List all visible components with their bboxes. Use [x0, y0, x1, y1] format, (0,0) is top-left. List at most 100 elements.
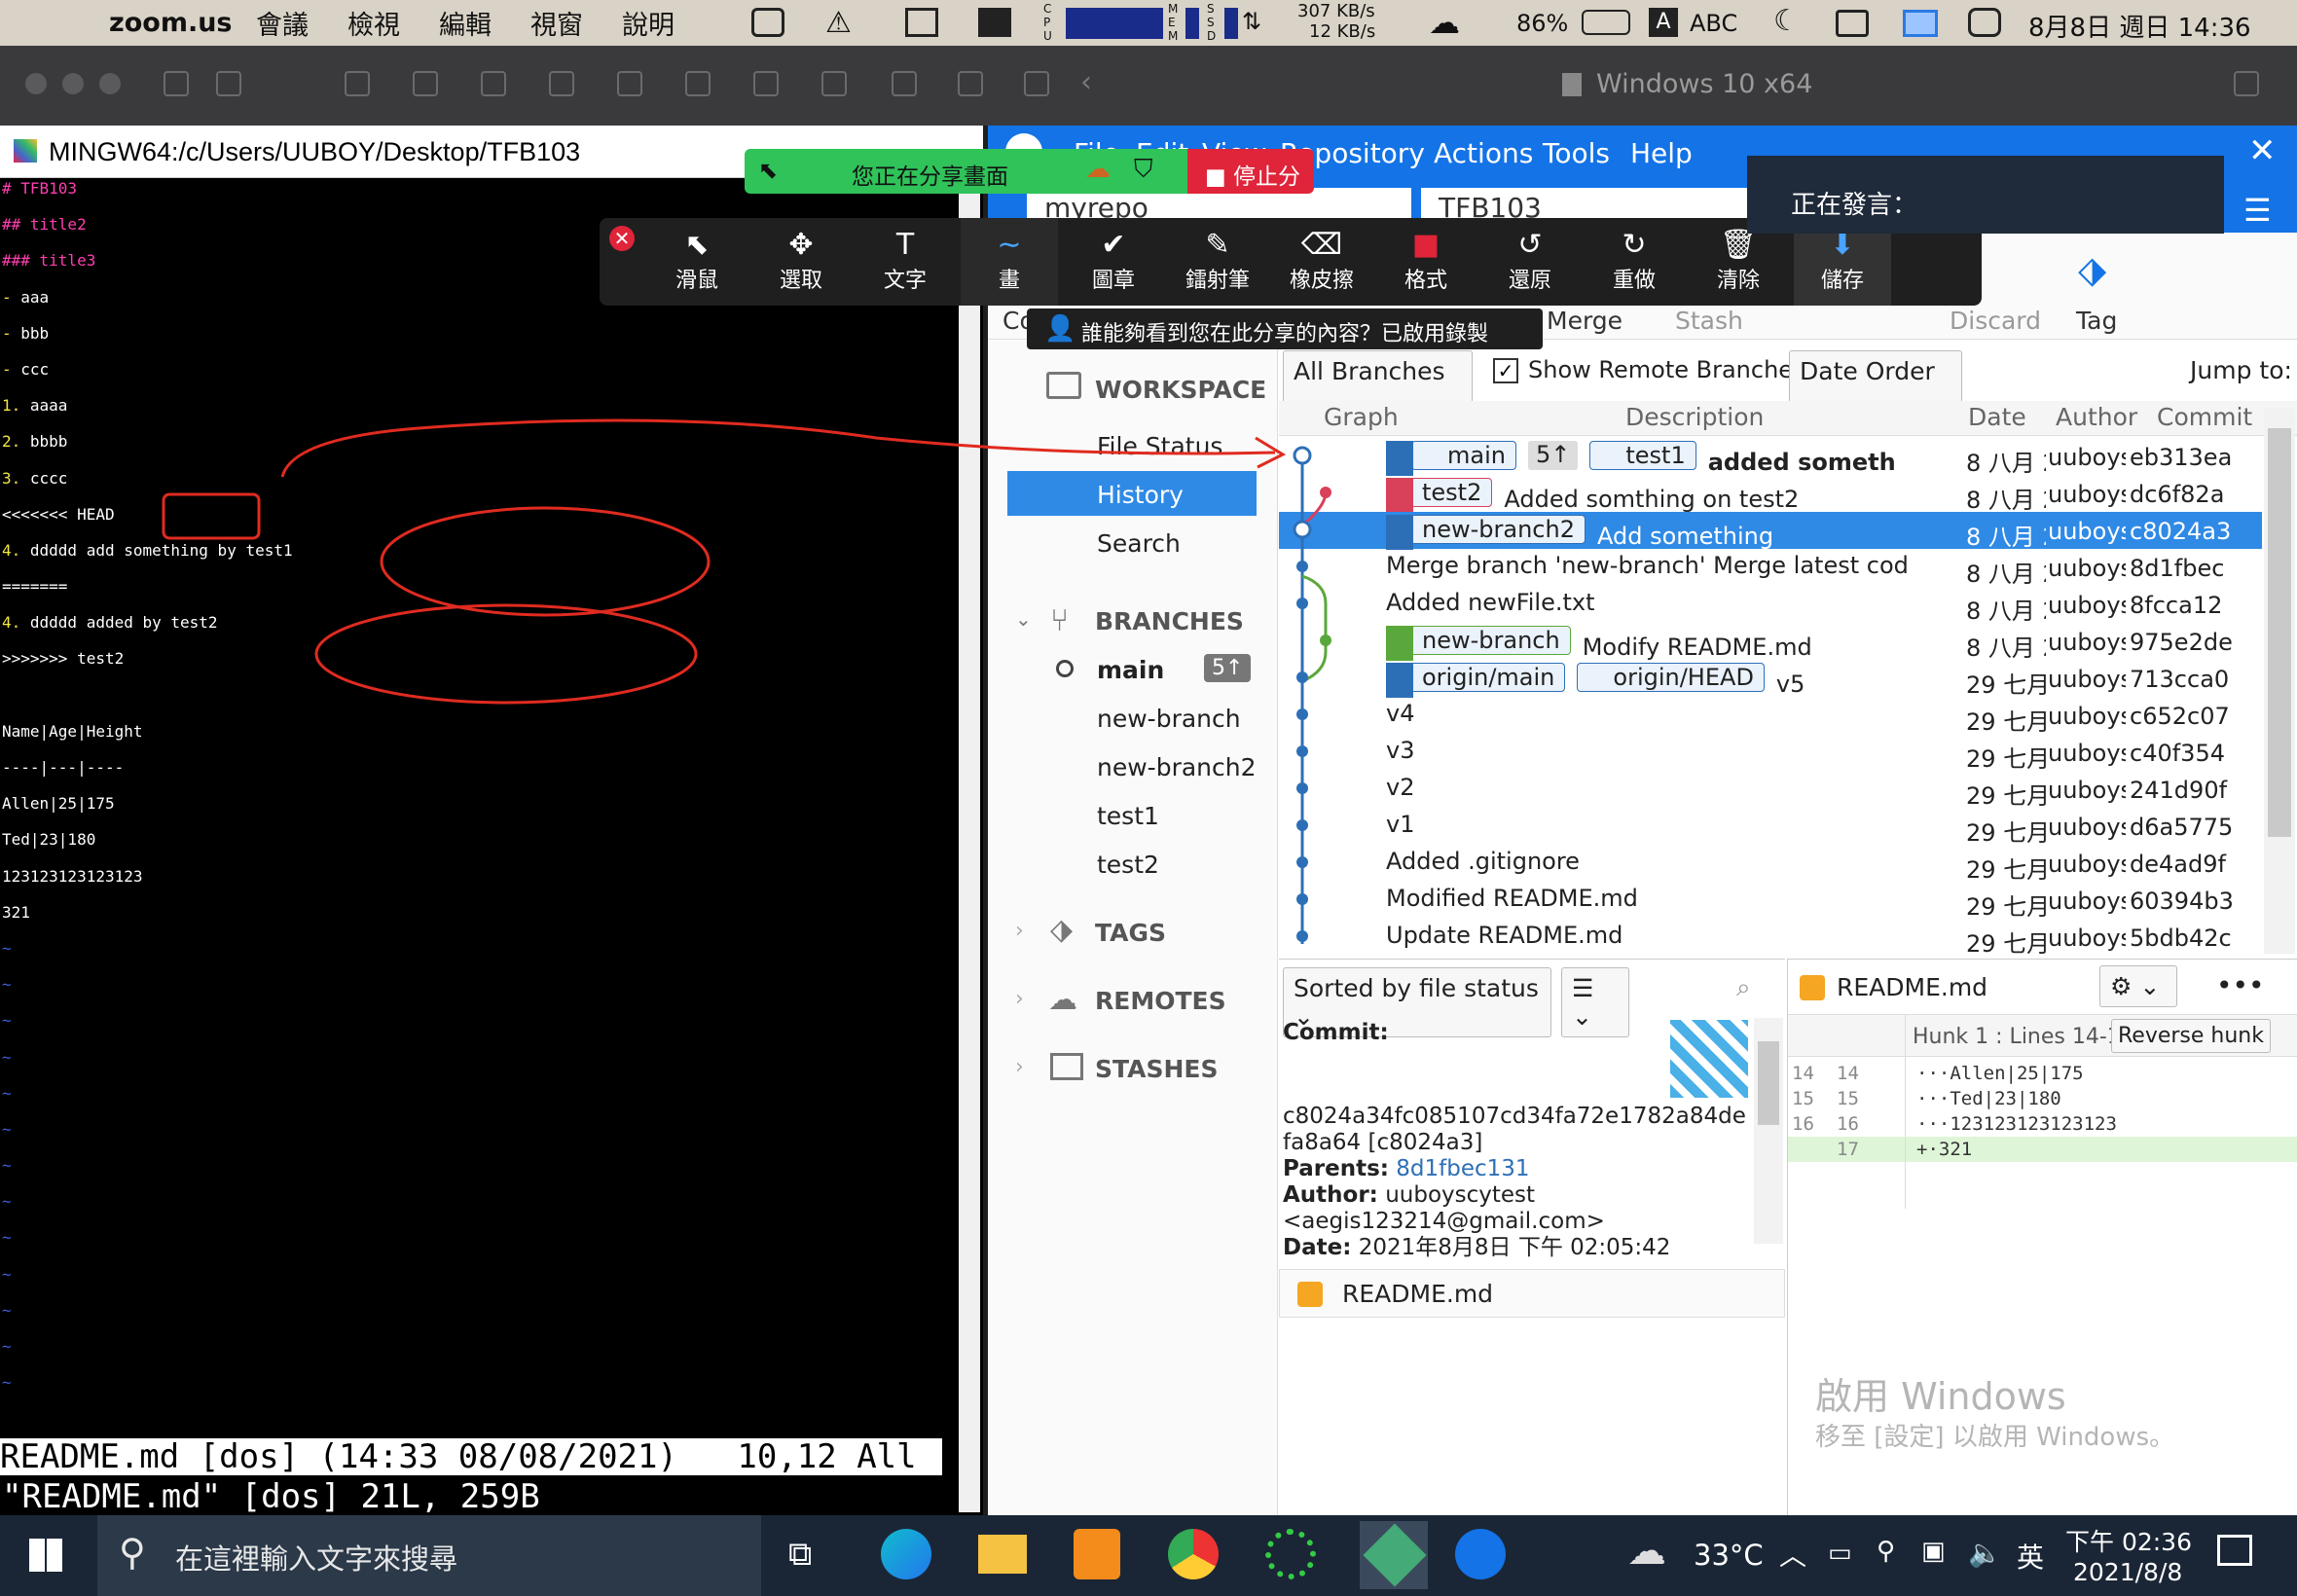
drive-icon[interactable] — [481, 71, 506, 96]
branch-label[interactable]: origin/HEAD — [1577, 663, 1765, 692]
terminal-content[interactable]: # TFB103 ## title2 ### title3- aaa - bbb - c… — [2, 179, 956, 1409]
windows-start-icon[interactable] — [29, 1539, 62, 1572]
commit-list-scrollbar[interactable] — [2264, 409, 2295, 954]
parents-link[interactable]: 8d1fbec131 — [1396, 1156, 1529, 1181]
scroll-thumb[interactable] — [1758, 1041, 1779, 1125]
view-mode-dropdown[interactable]: ☰ ⌄ — [1561, 967, 1629, 1037]
fullscreen-icon[interactable] — [2234, 71, 2259, 96]
taskbar-time[interactable]: 下午 02:36 — [2065, 1523, 2192, 1558]
sidebar-branch-new-branch[interactable]: new-branch — [1097, 705, 1241, 733]
minimize-dot[interactable] — [62, 73, 84, 94]
network-icon[interactable]: ⚲ — [1877, 1537, 1895, 1566]
branch-label[interactable]: new-branch2 — [1386, 515, 1586, 544]
clock[interactable]: 8月8日 週日 14:36 — [2028, 8, 2251, 44]
weather-temp[interactable]: 33°C — [1694, 1539, 1764, 1572]
eraser-tool[interactable]: ⌫ 橡皮擦 — [1273, 218, 1370, 306]
sourcetree-app-icon[interactable] — [1455, 1529, 1506, 1579]
window-icon[interactable] — [1836, 10, 1869, 37]
snapshot-icon[interactable] — [216, 71, 241, 96]
weather-icon[interactable]: ☁ — [1627, 1529, 1666, 1574]
chevron-right-icon[interactable]: › — [1015, 1055, 1024, 1079]
commit-row[interactable]: Added newFile.txt 8 八月 2uuboys8fcca12 — [1279, 586, 2262, 625]
zoom-status-icon[interactable] — [751, 8, 784, 37]
taskbar-date[interactable]: 2021/8/8 — [2073, 1558, 2182, 1586]
commit-row[interactable]: Update README.md 29 七月 uuboys 5bdb42c — [1279, 919, 2262, 958]
search-icon[interactable]: ⌕ — [1736, 973, 1751, 1003]
usb-icon[interactable] — [753, 71, 779, 96]
menu-window[interactable]: 視窗 — [530, 4, 583, 42]
tag-button[interactable]: Tag — [2076, 307, 2117, 335]
sidebar-branch-new-branch2[interactable]: new-branch2 — [1097, 753, 1257, 781]
input-a-icon[interactable]: A — [1649, 8, 1678, 37]
format-tool[interactable]: ■ 格式 — [1377, 218, 1475, 306]
draw-tool[interactable]: ∼ 畫 — [961, 218, 1058, 306]
branch-label[interactable]: test2 — [1386, 478, 1493, 507]
menu-actions[interactable]: Actions — [1434, 137, 1533, 169]
menu-help[interactable]: Help — [1630, 137, 1693, 169]
control-center-icon[interactable] — [1968, 8, 2001, 37]
input-source[interactable]: ABC — [1690, 10, 1737, 37]
sidebar-item-search[interactable]: Search — [1097, 529, 1181, 558]
laser-tool[interactable]: ✎ 鐳射筆 — [1169, 218, 1266, 306]
gear-icon[interactable]: ⚙ ⌄ — [2099, 965, 2177, 1007]
printer-icon[interactable] — [821, 71, 847, 96]
folder-icon[interactable] — [892, 71, 917, 96]
ime-indicator[interactable]: 英 — [2017, 1537, 2044, 1576]
commit-row[interactable]: v3 29 七月 uuboys c40f354 — [1279, 734, 2262, 773]
commit-row[interactable]: test2 Added somthing on test2 8 八月 2uuboys… — [1279, 475, 2262, 514]
changed-file-row[interactable]: README.md — [1279, 1269, 1785, 1318]
sublime-icon[interactable] — [1074, 1529, 1120, 1579]
commit-row[interactable]: new-branch2 Add something 8 八月 2uuboysc802… — [1279, 512, 2262, 551]
commit-row[interactable]: main 5↑ test1 added someth 8 八月 2uuboyseb313… — [1279, 438, 2262, 477]
terminal-scrollbar[interactable] — [959, 179, 980, 1512]
scroll-thumb[interactable] — [2268, 428, 2291, 837]
text-tool[interactable]: T 文字 — [857, 218, 954, 306]
reverse-hunk-button[interactable]: Reverse hunk — [2111, 1019, 2271, 1053]
audio-icon[interactable] — [617, 71, 642, 96]
list-icon[interactable] — [1024, 71, 1049, 96]
branches-header[interactable]: BRANCHES — [1095, 607, 1244, 635]
discard-button[interactable]: Discard — [1950, 307, 2041, 335]
mouse-tool[interactable]: ⬉ 滑鼠 — [648, 218, 746, 306]
share-icon[interactable] — [958, 71, 983, 96]
menu-help[interactable]: 說明 — [622, 4, 675, 42]
col-description[interactable]: Description — [1625, 403, 1764, 431]
menu-edit[interactable]: 編輯 — [439, 4, 492, 42]
battery-icon[interactable] — [1582, 10, 1630, 35]
commit-row[interactable]: v4 29 七月 uuboys c652c07 — [1279, 697, 2262, 736]
chevron-down-icon[interactable]: ⌄ — [1015, 607, 1032, 631]
sidebar-branch-test2[interactable]: test2 — [1097, 851, 1159, 879]
show-remote-checkbox[interactable]: ✓ — [1493, 358, 1518, 383]
branch-label[interactable]: new-branch — [1386, 626, 1571, 655]
merge-button[interactable]: Merge — [1547, 307, 1622, 335]
branch-label[interactable]: test1 — [1589, 441, 1696, 470]
commit-row[interactable]: v2 29 七月 uuboys 241d90f — [1279, 771, 2262, 810]
commit-row[interactable]: new-branch Modify README.md 8 八月 2uuboys97… — [1279, 623, 2262, 662]
tags-header[interactable]: TAGS — [1095, 919, 1166, 947]
commit-row[interactable]: Modified README.md 29 七月 uuboys 60394b3 — [1279, 882, 2262, 921]
tag-icon[interactable]: ⬗ — [2078, 248, 2106, 291]
stashes-header[interactable]: STASHES — [1095, 1055, 1218, 1083]
monitor-icon[interactable]: ▣ — [1921, 1537, 1946, 1566]
battery-tray-icon[interactable]: ▭ — [1828, 1539, 1852, 1568]
close-icon[interactable]: ✕ — [2248, 131, 2277, 170]
moon-icon[interactable]: ☾ — [1773, 4, 1800, 38]
chevron-right-icon[interactable]: › — [1015, 987, 1024, 1011]
commit-row[interactable]: Merge branch 'new-branch' Merge latest c… — [1279, 549, 2262, 588]
close-annotation-icon[interactable]: ✕ — [609, 226, 635, 251]
menu-tools[interactable]: Tools — [1543, 137, 1610, 169]
stash-button[interactable]: Stash — [1675, 307, 1743, 335]
camera-icon[interactable] — [549, 71, 574, 96]
cloud-upload-icon[interactable]: ☁ — [1429, 4, 1460, 41]
app-loading-icon[interactable] — [1265, 1529, 1316, 1579]
commit-row[interactable]: v1 29 七月 uuboys d6a5775 — [1279, 808, 2262, 847]
col-graph[interactable]: Graph — [1324, 403, 1399, 431]
screen-icon[interactable] — [905, 8, 938, 37]
close-dot[interactable] — [25, 73, 47, 94]
zoom-dot[interactable] — [99, 73, 121, 94]
chevron-up-icon[interactable]: ︿ — [1779, 1535, 1806, 1574]
commit-row[interactable]: origin/main origin/HEAD v5 29 七月 uuboys 713cc… — [1279, 660, 2262, 699]
wrench-icon[interactable] — [345, 71, 370, 96]
menu-meeting[interactable]: 會議 — [256, 4, 309, 42]
select-tool[interactable]: ✥ 選取 — [752, 218, 850, 306]
